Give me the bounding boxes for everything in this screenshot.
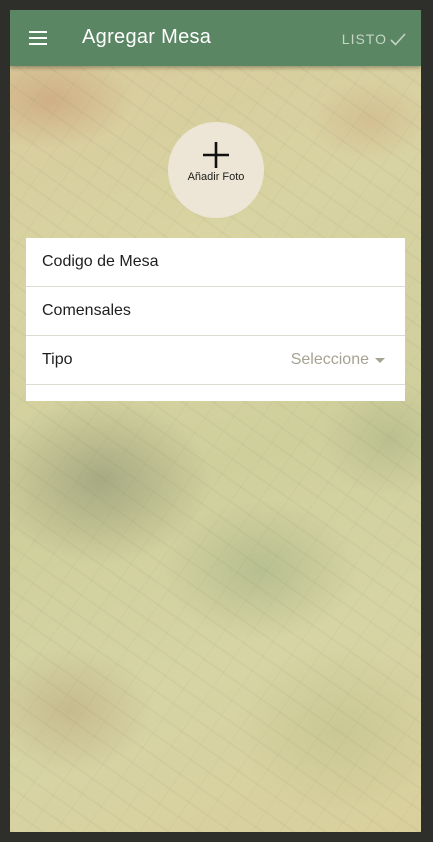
type-label: Tipo [42,351,73,368]
add-photo-label: Añadir Foto [187,171,245,183]
done-button[interactable]: LISTO [342,29,407,49]
app-screen: Agregar Mesa LISTO Añadir Foto Codigo de… [10,10,421,832]
app-bar: Agregar Mesa LISTO [10,10,421,66]
diners-label: Comensales [42,302,131,319]
check-icon [390,33,406,46]
hamburger-menu-icon[interactable] [29,31,47,45]
add-photo-button[interactable]: Añadir Foto [168,122,264,218]
diners-field[interactable]: Comensales [26,287,405,336]
type-select-value: Seleccione [290,351,369,368]
caret-down-icon [375,357,385,363]
done-label: LISTO [341,31,387,47]
table-code-label: Codigo de Mesa [42,253,159,270]
table-code-field[interactable]: Codigo de Mesa [26,238,405,287]
table-form: Codigo de Mesa Comensales Tipo Seleccion… [26,238,405,401]
type-select[interactable]: Seleccione [291,336,385,384]
page-title: Agregar Mesa [82,26,212,48]
type-field: Tipo Seleccione [26,336,405,385]
plus-icon [203,142,229,168]
